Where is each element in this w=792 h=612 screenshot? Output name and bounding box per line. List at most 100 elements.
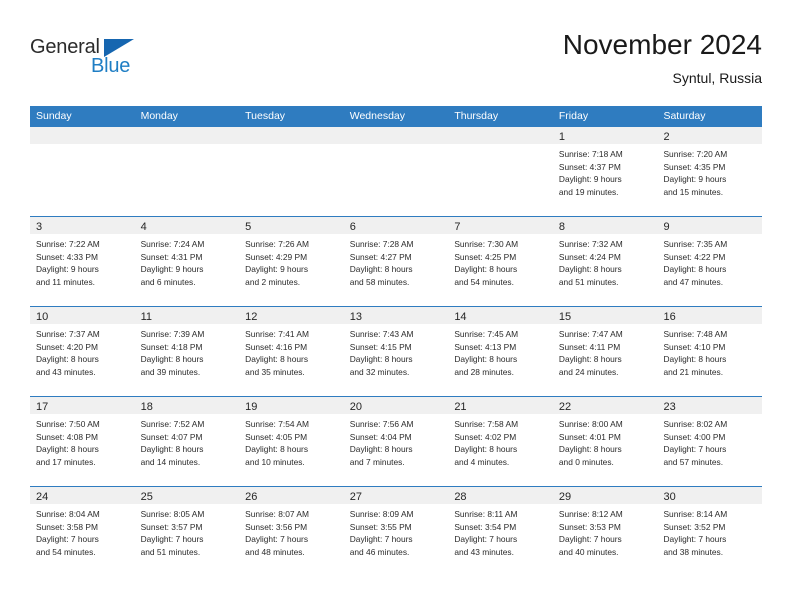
- day-number: 24: [36, 491, 49, 503]
- day-cell[interactable]: [343, 127, 449, 216]
- day-info: Sunrise: 8:14 AM Sunset: 3:52 PM Dayligh…: [657, 504, 762, 558]
- day-info: Sunrise: 7:52 AM Sunset: 4:07 PM Dayligh…: [135, 414, 240, 468]
- day-cell[interactable]: 18 Sunrise: 7:52 AM Sunset: 4:07 PM Dayl…: [134, 397, 240, 486]
- day-cell[interactable]: 13 Sunrise: 7:43 AM Sunset: 4:15 PM Dayl…: [343, 307, 449, 396]
- sunset-text: Sunset: 3:55 PM: [349, 521, 412, 532]
- day-cell[interactable]: 12 Sunrise: 7:41 AM Sunset: 4:16 PM Dayl…: [239, 307, 344, 396]
- day-cell[interactable]: 5 Sunrise: 7:26 AM Sunset: 4:29 PM Dayli…: [239, 217, 344, 306]
- day-info: Sunrise: 7:30 AM Sunset: 4:25 PM Dayligh…: [448, 234, 553, 288]
- day-cell[interactable]: [448, 127, 553, 216]
- day-cell[interactable]: 1 Sunrise: 7:18 AM Sunset: 4:37 PM Dayli…: [552, 127, 658, 216]
- sunrise-text: Sunrise: 7:18 AM: [558, 149, 623, 159]
- day-cell[interactable]: 10 Sunrise: 7:37 AM Sunset: 4:20 PM Dayl…: [30, 307, 135, 396]
- day-cell[interactable]: 23 Sunrise: 8:02 AM Sunset: 4:00 PM Dayl…: [657, 397, 763, 486]
- daylight-text-line2: and 46 minutes.: [349, 546, 410, 557]
- week-row: 3 Sunrise: 7:22 AM Sunset: 4:33 PM Dayli…: [30, 216, 763, 306]
- day-cell[interactable]: 26 Sunrise: 8:07 AM Sunset: 3:56 PM Dayl…: [239, 487, 344, 576]
- day-number: 28: [454, 491, 467, 503]
- day-cell[interactable]: 22 Sunrise: 8:00 AM Sunset: 4:01 PM Dayl…: [552, 397, 658, 486]
- day-info: [239, 144, 344, 148]
- day-cell[interactable]: 28 Sunrise: 8:11 AM Sunset: 3:54 PM Dayl…: [448, 487, 553, 576]
- daylight-text-line1: Daylight: 8 hours: [663, 264, 727, 275]
- day-cell[interactable]: 19 Sunrise: 7:54 AM Sunset: 4:05 PM Dayl…: [239, 397, 344, 486]
- day-info: Sunrise: 7:18 AM Sunset: 4:37 PM Dayligh…: [553, 144, 658, 198]
- day-info: Sunrise: 7:37 AM Sunset: 4:20 PM Dayligh…: [30, 324, 135, 378]
- day-cell[interactable]: 17 Sunrise: 7:50 AM Sunset: 4:08 PM Dayl…: [30, 397, 135, 486]
- day-info: Sunrise: 8:05 AM Sunset: 3:57 PM Dayligh…: [135, 504, 240, 558]
- daylight-text-line2: and 57 minutes.: [663, 456, 724, 467]
- day-cell[interactable]: 2 Sunrise: 7:20 AM Sunset: 4:35 PM Dayli…: [657, 127, 763, 216]
- day-info: Sunrise: 7:39 AM Sunset: 4:18 PM Dayligh…: [135, 324, 240, 378]
- daylight-text-line2: and 51 minutes.: [140, 546, 201, 557]
- day-cell[interactable]: 16 Sunrise: 7:48 AM Sunset: 4:10 PM Dayl…: [657, 307, 763, 396]
- day-number: 9: [663, 221, 670, 233]
- day-cell[interactable]: 8 Sunrise: 7:32 AM Sunset: 4:24 PM Dayli…: [552, 217, 658, 306]
- day-number: 5: [245, 221, 252, 233]
- daylight-text-line1: Daylight: 8 hours: [558, 354, 622, 365]
- day-number-band: [448, 127, 553, 144]
- sunrise-text: Sunrise: 7:48 AM: [663, 329, 728, 339]
- sunrise-text: Sunrise: 7:56 AM: [349, 419, 414, 429]
- sunrise-text: Sunrise: 7:37 AM: [36, 329, 100, 339]
- day-number: 19: [245, 401, 258, 413]
- day-number: 8: [558, 221, 566, 233]
- day-info: Sunrise: 7:24 AM Sunset: 4:31 PM Dayligh…: [135, 234, 240, 288]
- day-number: 10: [36, 311, 49, 323]
- day-cell[interactable]: 11 Sunrise: 7:39 AM Sunset: 4:18 PM Dayl…: [134, 307, 240, 396]
- day-info: Sunrise: 8:12 AM Sunset: 3:53 PM Dayligh…: [553, 504, 658, 558]
- day-info: Sunrise: 7:43 AM Sunset: 4:15 PM Dayligh…: [344, 324, 449, 378]
- daylight-text-line1: Daylight: 8 hours: [349, 264, 413, 275]
- weekday-header-friday: Friday: [558, 110, 589, 122]
- daylight-text-line2: and 58 minutes.: [349, 276, 410, 287]
- day-cell[interactable]: [30, 127, 135, 216]
- day-cell[interactable]: 24 Sunrise: 8:04 AM Sunset: 3:58 PM Dayl…: [30, 487, 135, 576]
- daylight-text-line1: Daylight: 9 hours: [663, 174, 727, 185]
- day-number-band: 28: [448, 487, 553, 504]
- sunset-text: Sunset: 3:58 PM: [36, 521, 98, 532]
- day-cell[interactable]: 29 Sunrise: 8:12 AM Sunset: 3:53 PM Dayl…: [552, 487, 658, 576]
- day-cell[interactable]: 4 Sunrise: 7:24 AM Sunset: 4:31 PM Dayli…: [134, 217, 240, 306]
- sunset-text: Sunset: 4:10 PM: [663, 341, 726, 352]
- sunrise-text: Sunrise: 7:26 AM: [245, 239, 309, 249]
- sunrise-text: Sunrise: 8:04 AM: [36, 509, 100, 519]
- day-cell[interactable]: 30 Sunrise: 8:14 AM Sunset: 3:52 PM Dayl…: [657, 487, 763, 576]
- brand-logo[interactable]: General Blue: [30, 36, 190, 86]
- sunrise-text: Sunrise: 7:43 AM: [349, 329, 414, 339]
- day-cell[interactable]: 3 Sunrise: 7:22 AM Sunset: 4:33 PM Dayli…: [30, 217, 135, 306]
- sunrise-text: Sunrise: 7:39 AM: [140, 329, 205, 339]
- day-info: Sunrise: 8:02 AM Sunset: 4:00 PM Dayligh…: [657, 414, 762, 468]
- day-cell[interactable]: 21 Sunrise: 7:58 AM Sunset: 4:02 PM Dayl…: [448, 397, 553, 486]
- sunset-text: Sunset: 4:20 PM: [36, 341, 98, 352]
- day-cell[interactable]: 15 Sunrise: 7:47 AM Sunset: 4:11 PM Dayl…: [552, 307, 658, 396]
- daylight-text-line2: and 43 minutes.: [36, 366, 96, 377]
- brand-name-general: General: [30, 36, 100, 58]
- sunset-text: Sunset: 4:25 PM: [454, 251, 517, 262]
- day-info: Sunrise: 7:41 AM Sunset: 4:16 PM Dayligh…: [239, 324, 344, 378]
- day-cell[interactable]: 9 Sunrise: 7:35 AM Sunset: 4:22 PM Dayli…: [657, 217, 763, 306]
- sunrise-text: Sunrise: 7:54 AM: [245, 419, 309, 429]
- day-cell[interactable]: 20 Sunrise: 7:56 AM Sunset: 4:04 PM Dayl…: [343, 397, 449, 486]
- day-cell[interactable]: 14 Sunrise: 7:45 AM Sunset: 4:13 PM Dayl…: [448, 307, 553, 396]
- sunrise-text: Sunrise: 8:09 AM: [349, 509, 414, 519]
- day-cell[interactable]: 25 Sunrise: 8:05 AM Sunset: 3:57 PM Dayl…: [134, 487, 240, 576]
- day-cell[interactable]: [134, 127, 240, 216]
- daylight-text-line1: Daylight: 8 hours: [36, 444, 99, 455]
- day-info: Sunrise: 7:32 AM Sunset: 4:24 PM Dayligh…: [553, 234, 658, 288]
- day-cell[interactable]: 7 Sunrise: 7:30 AM Sunset: 4:25 PM Dayli…: [448, 217, 553, 306]
- day-number: 17: [36, 401, 49, 413]
- daylight-text-line2: and 47 minutes.: [663, 276, 724, 287]
- day-info: Sunrise: 8:07 AM Sunset: 3:56 PM Dayligh…: [239, 504, 344, 558]
- weekday-header-thursday: Thursday: [454, 110, 499, 122]
- day-number-band: 12: [239, 307, 344, 324]
- day-cell[interactable]: 27 Sunrise: 8:09 AM Sunset: 3:55 PM Dayl…: [343, 487, 449, 576]
- day-number: 23: [663, 401, 676, 413]
- page-title: November 2024: [562, 29, 762, 60]
- day-info: Sunrise: 7:20 AM Sunset: 4:35 PM Dayligh…: [657, 144, 762, 198]
- sunset-text: Sunset: 4:33 PM: [36, 251, 98, 262]
- daylight-text-line2: and 10 minutes.: [245, 456, 305, 467]
- sunrise-text: Sunrise: 8:14 AM: [663, 509, 728, 519]
- day-cell[interactable]: 6 Sunrise: 7:28 AM Sunset: 4:27 PM Dayli…: [343, 217, 449, 306]
- sunset-text: Sunset: 4:05 PM: [245, 431, 308, 442]
- day-cell[interactable]: [239, 127, 344, 216]
- day-number-band: 8: [552, 217, 658, 234]
